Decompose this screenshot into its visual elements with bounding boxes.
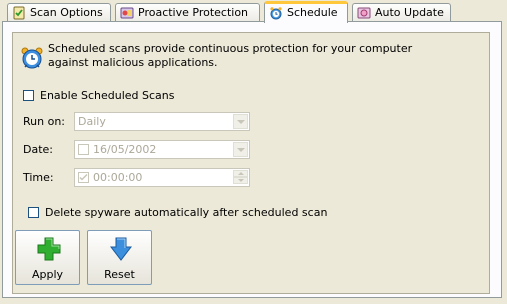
enable-scheduled-scans-label: Enable Scheduled Scans bbox=[40, 89, 175, 102]
run-on-dropdown-button[interactable] bbox=[233, 114, 248, 129]
reset-arrow-icon bbox=[108, 236, 134, 262]
tab-schedule[interactable]: Schedule bbox=[264, 1, 348, 23]
run-on-label: Run on: bbox=[23, 115, 65, 128]
time-picker[interactable]: 00:00:00 bbox=[74, 168, 250, 187]
tab-proactive-protection[interactable]: Proactive Protection bbox=[115, 3, 260, 21]
date-picker[interactable]: 16/05/2002 bbox=[74, 140, 250, 159]
tab-auto-update[interactable]: Auto Update bbox=[352, 3, 451, 21]
scan-options-icon bbox=[12, 6, 26, 20]
alarm-clock-info-icon bbox=[20, 46, 44, 70]
tab-auto-update-label: Auto Update bbox=[375, 6, 444, 19]
time-spin-up-button[interactable] bbox=[233, 170, 248, 177]
date-label: Date: bbox=[23, 143, 53, 156]
delete-spyware-checkbox[interactable] bbox=[28, 207, 39, 218]
chevron-down-icon bbox=[236, 147, 245, 152]
reset-button[interactable]: Reset bbox=[87, 230, 152, 285]
time-spinner[interactable] bbox=[233, 170, 248, 185]
arrow-down-icon bbox=[237, 179, 244, 182]
enable-scheduled-scans-checkbox[interactable] bbox=[23, 90, 34, 101]
tab-scan-options[interactable]: Scan Options bbox=[7, 3, 111, 21]
info-line-1: Scheduled scans provide continuous prote… bbox=[48, 42, 413, 55]
alarm-clock-icon bbox=[269, 6, 283, 20]
time-spin-down-button[interactable] bbox=[233, 177, 248, 184]
chevron-down-icon bbox=[236, 119, 245, 124]
apply-button[interactable]: Apply bbox=[15, 230, 80, 285]
tab-strip: Scan Options Proactive Protection Schedu… bbox=[0, 0, 507, 23]
date-dropdown-button[interactable] bbox=[233, 142, 248, 157]
date-value: 16/05/2002 bbox=[93, 143, 157, 156]
run-on-select[interactable]: Daily bbox=[74, 112, 250, 131]
plus-icon bbox=[36, 236, 62, 262]
delete-spyware-label: Delete spyware automatically after sched… bbox=[45, 206, 328, 219]
delete-spyware-row[interactable]: Delete spyware automatically after sched… bbox=[28, 206, 327, 219]
schedule-group: Scheduled scans provide continuous prote… bbox=[12, 32, 490, 294]
reset-button-label: Reset bbox=[104, 268, 135, 281]
auto-update-icon bbox=[357, 6, 371, 20]
arrow-up-icon bbox=[237, 172, 244, 175]
info-line-2: against malicious applications. bbox=[48, 56, 218, 69]
apply-button-label: Apply bbox=[31, 268, 64, 281]
schedule-tab-panel: Scheduled scans provide continuous prote… bbox=[2, 21, 502, 298]
time-value: 00:00:00 bbox=[93, 171, 143, 184]
proactive-protection-icon bbox=[120, 6, 134, 20]
tab-proactive-protection-label: Proactive Protection bbox=[138, 6, 249, 19]
time-checkbox[interactable] bbox=[78, 172, 89, 183]
date-checkbox[interactable] bbox=[78, 144, 89, 155]
run-on-value: Daily bbox=[78, 115, 106, 128]
schedule-info-text: Scheduled scans provide continuous prote… bbox=[48, 42, 468, 70]
time-label: Time: bbox=[23, 171, 54, 184]
checkmark-icon bbox=[79, 173, 88, 181]
tab-scan-options-label: Scan Options bbox=[30, 6, 103, 19]
tab-schedule-label: Schedule bbox=[287, 6, 338, 19]
enable-scheduled-scans-row[interactable]: Enable Scheduled Scans bbox=[23, 89, 174, 102]
